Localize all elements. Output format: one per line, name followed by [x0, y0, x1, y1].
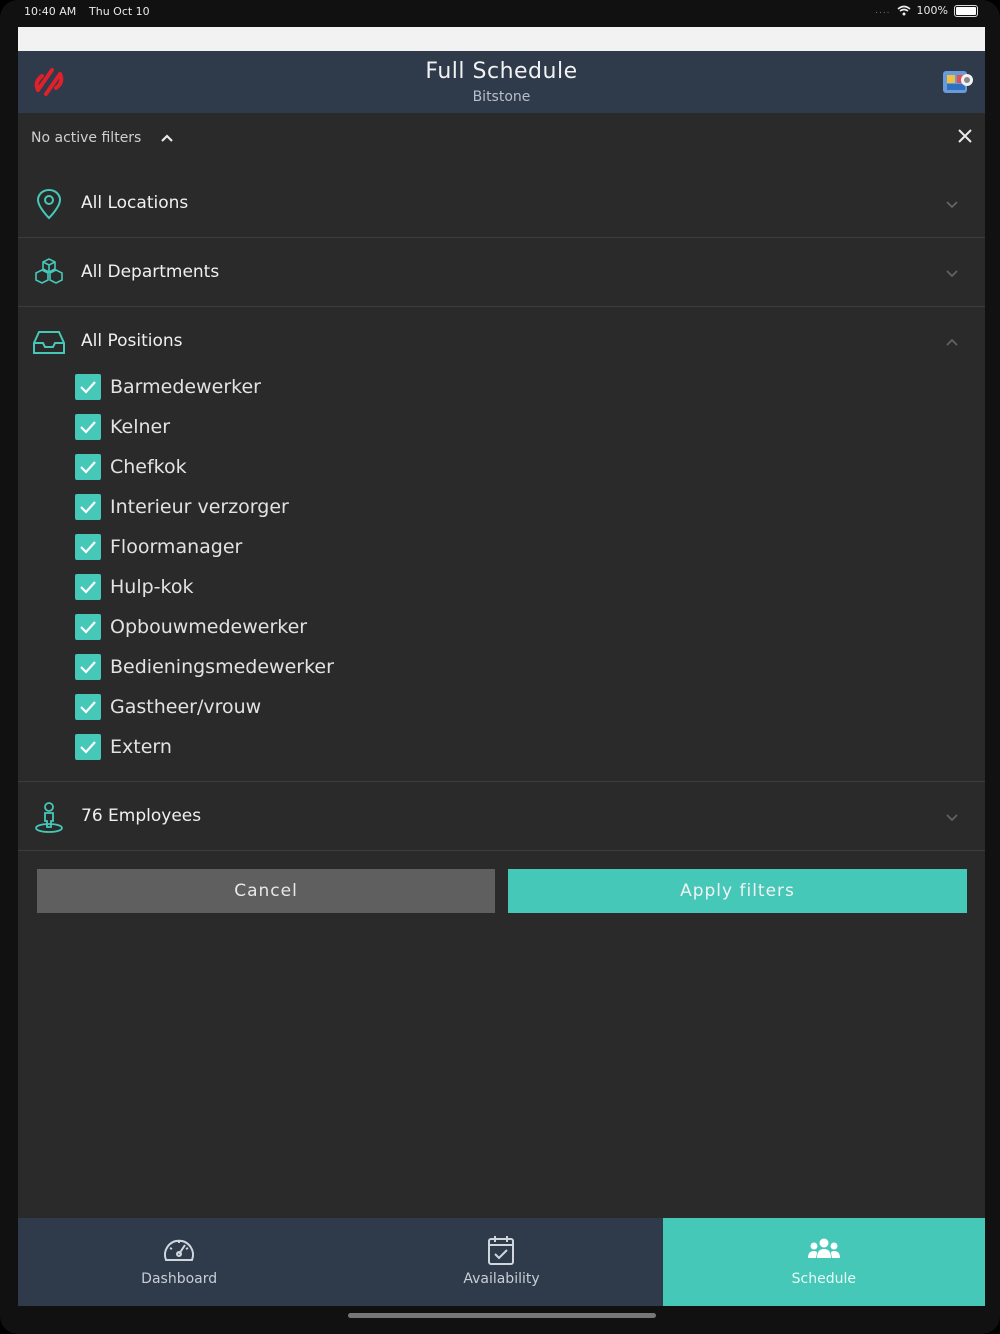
tab-label: Availability — [463, 1271, 540, 1287]
chevron-up-icon[interactable] — [943, 333, 961, 351]
check-icon — [80, 661, 96, 674]
checkbox[interactable] — [75, 494, 101, 520]
status-indicators: .... 100% — [875, 4, 978, 17]
employees-section[interactable]: 76 Employees — [18, 782, 985, 851]
check-icon — [80, 381, 96, 394]
locations-label: All Locations — [81, 193, 189, 213]
position-label: Opbouwmedewerker — [110, 616, 308, 638]
position-label: Floormanager — [110, 536, 243, 558]
app-header: Full Schedule Bitstone — [18, 51, 985, 113]
employees-label: 76 Employees — [81, 806, 202, 826]
list-item[interactable]: Bedieningsmedewerker — [75, 647, 875, 687]
check-icon — [80, 701, 96, 714]
page-subtitle: Bitstone — [472, 89, 531, 105]
inbox-tray-icon — [33, 331, 65, 354]
tab-availability[interactable]: Availability — [340, 1218, 662, 1306]
employees-row[interactable]: 76 Employees — [18, 782, 985, 850]
filter-status-bar[interactable]: No active filters — [18, 113, 985, 163]
list-item[interactable]: Chefkok — [75, 447, 875, 487]
checkbox[interactable] — [75, 694, 101, 720]
positions-list: Barmedewerker Kelner Chefkok Interieur v… — [75, 367, 875, 767]
departments-label: All Departments — [81, 262, 220, 282]
check-icon — [80, 581, 96, 594]
gauge-icon — [164, 1239, 195, 1261]
position-label: Barmedewerker — [110, 376, 261, 398]
list-item[interactable]: Barmedewerker — [75, 367, 875, 407]
position-label: Hulp-kok — [110, 576, 194, 598]
battery-icon — [954, 4, 978, 17]
position-label: Kelner — [110, 416, 171, 438]
boxes-icon — [35, 258, 63, 284]
device-frame: 10:40 AM Thu Oct 10 .... 100% Full Sched… — [0, 0, 1000, 1334]
position-label: Extern — [110, 736, 172, 758]
chevron-down-icon[interactable] — [943, 264, 961, 282]
tab-dashboard[interactable]: Dashboard — [18, 1218, 340, 1306]
departments-section[interactable]: All Departments — [18, 238, 985, 307]
list-item[interactable]: Kelner — [75, 407, 875, 447]
cancel-button[interactable]: Cancel — [37, 869, 495, 913]
checkbox[interactable] — [75, 734, 101, 760]
page-title: Full Schedule — [425, 59, 578, 84]
checkbox[interactable] — [75, 654, 101, 680]
positions-section[interactable]: All Positions Barmedewerker Kelner Chefk… — [18, 307, 985, 782]
check-icon — [80, 501, 96, 514]
position-label: Interieur verzorger — [110, 496, 289, 518]
position-label: Bedieningsmedewerker — [110, 656, 334, 678]
position-label: Gastheer/vrouw — [110, 696, 262, 718]
checkbox[interactable] — [75, 454, 101, 480]
status-date: Thu Oct 10 — [89, 5, 150, 18]
position-label: Chefkok — [110, 456, 187, 478]
tab-label: Dashboard — [141, 1271, 218, 1287]
chevron-up-icon[interactable] — [158, 129, 176, 147]
locations-row[interactable]: All Locations — [18, 169, 985, 237]
tab-schedule[interactable]: Schedule — [662, 1218, 985, 1306]
checkbox[interactable] — [75, 614, 101, 640]
status-time: 10:40 AM — [24, 5, 77, 18]
list-item[interactable]: Floormanager — [75, 527, 875, 567]
list-item[interactable]: Opbouwmedewerker — [75, 607, 875, 647]
cellular-signal-icon: .... — [875, 5, 891, 16]
filter-status-label: No active filters — [31, 130, 142, 146]
battery-percent: 100% — [916, 4, 948, 17]
apply-filters-button[interactable]: Apply filters — [508, 869, 967, 913]
chevron-down-icon[interactable] — [943, 808, 961, 826]
check-icon — [80, 461, 96, 474]
positions-label: All Positions — [81, 331, 183, 351]
positions-row[interactable]: All Positions — [18, 307, 985, 375]
departments-row[interactable]: All Departments — [18, 238, 985, 306]
top-white-bar — [18, 27, 985, 51]
check-icon — [80, 741, 96, 754]
checkbox[interactable] — [75, 374, 101, 400]
wifi-icon — [897, 5, 911, 16]
close-icon[interactable] — [955, 126, 975, 146]
chevron-down-icon[interactable] — [943, 195, 961, 213]
list-item[interactable]: Extern — [75, 727, 875, 767]
tab-label: Schedule — [791, 1271, 856, 1287]
status-bar: 10:40 AM Thu Oct 10 .... 100% — [0, 0, 1000, 26]
person-icon — [35, 802, 63, 833]
bottom-tab-bar: Dashboard Availability Schedule — [18, 1218, 985, 1306]
list-item[interactable]: Hulp-kok — [75, 567, 875, 607]
app-screen: Full Schedule Bitstone No active filters — [18, 27, 985, 1306]
locations-section[interactable]: All Locations — [18, 169, 985, 238]
list-item[interactable]: Gastheer/vrouw — [75, 687, 875, 727]
check-icon — [80, 621, 96, 634]
group-icon — [807, 1238, 840, 1258]
check-icon — [80, 541, 96, 554]
checkbox[interactable] — [75, 534, 101, 560]
list-item[interactable]: Interieur verzorger — [75, 487, 875, 527]
location-pin-icon — [36, 188, 62, 220]
home-indicator[interactable] — [348, 1313, 656, 1318]
checkbox[interactable] — [75, 414, 101, 440]
checkbox[interactable] — [75, 574, 101, 600]
calendar-check-icon — [488, 1236, 515, 1265]
profile-icon[interactable] — [941, 67, 975, 97]
check-icon — [80, 421, 96, 434]
